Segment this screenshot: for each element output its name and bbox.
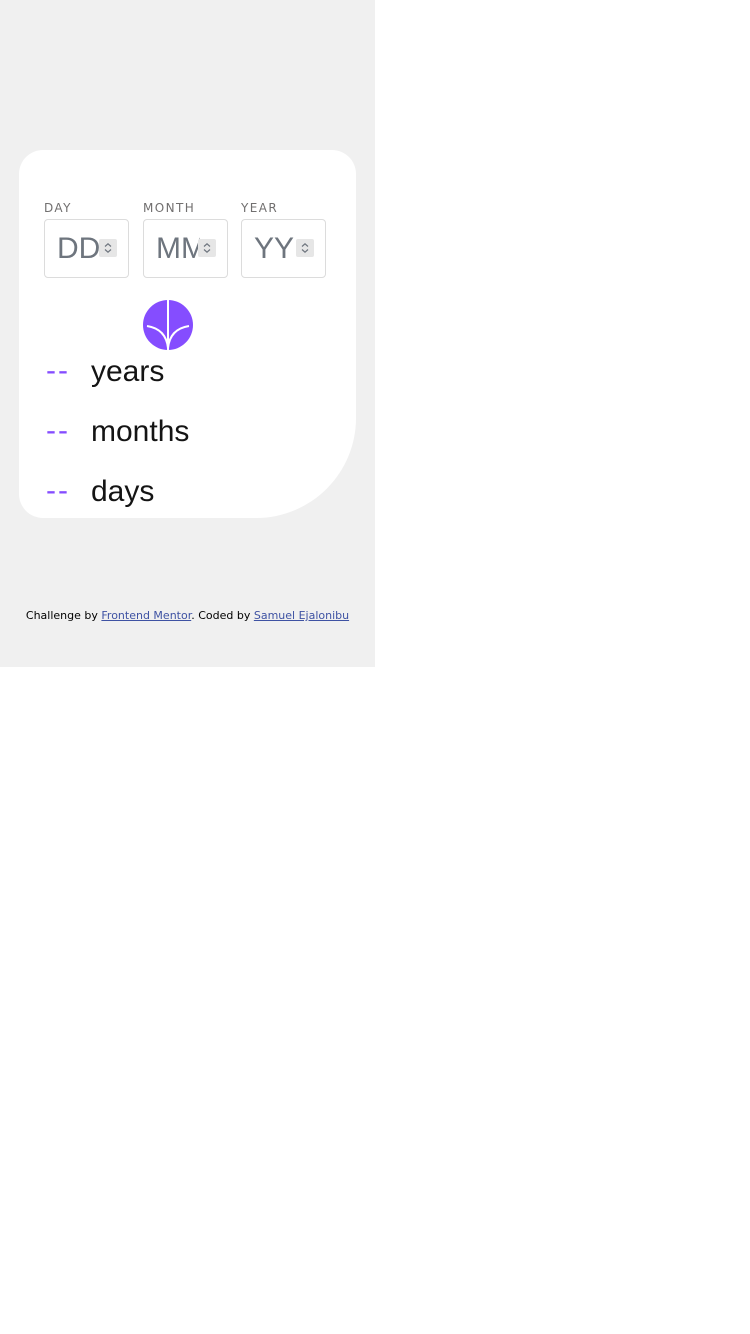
author-link[interactable]: Samuel Ejalonibu — [254, 609, 349, 622]
days-value: -- — [46, 474, 70, 507]
month-spinner[interactable] — [198, 239, 216, 257]
up-down-chevron-icon — [203, 242, 211, 254]
months-label: months — [91, 415, 190, 448]
day-field: DAY DD — [44, 200, 129, 278]
attribution-middle: . Coded by — [191, 609, 251, 622]
day-input[interactable]: DD — [57, 220, 101, 277]
frontend-mentor-link[interactable]: Frontend Mentor — [101, 609, 191, 622]
year-field: YEAR YY — [241, 200, 326, 278]
up-down-chevron-icon — [104, 242, 112, 254]
day-spinner[interactable] — [99, 239, 117, 257]
age-calculator-card: DAY DD MONTH MM — [19, 150, 356, 518]
months-value: -- — [46, 414, 70, 447]
month-input[interactable]: MM — [156, 220, 200, 277]
up-down-chevron-icon — [301, 242, 309, 254]
year-input[interactable]: YY — [254, 220, 298, 277]
calculate-button[interactable] — [143, 300, 193, 350]
arrow-down-icon — [146, 300, 190, 350]
years-label: years — [91, 355, 165, 388]
day-label: DAY — [44, 201, 72, 215]
year-input-box[interactable]: YY — [241, 219, 326, 278]
days-label: days — [91, 475, 155, 508]
month-input-box[interactable]: MM — [143, 219, 228, 278]
attribution: Challenge by Frontend Mentor. Coded by S… — [0, 608, 375, 624]
month-field: MONTH MM — [143, 200, 228, 278]
year-label: YEAR — [241, 201, 279, 215]
page-background: DAY DD MONTH MM — [0, 0, 375, 667]
attribution-prefix: Challenge by — [25, 609, 98, 622]
day-input-box[interactable]: DD — [44, 219, 129, 278]
month-label: MONTH — [143, 201, 196, 215]
years-value: -- — [46, 354, 70, 387]
year-spinner[interactable] — [296, 239, 314, 257]
